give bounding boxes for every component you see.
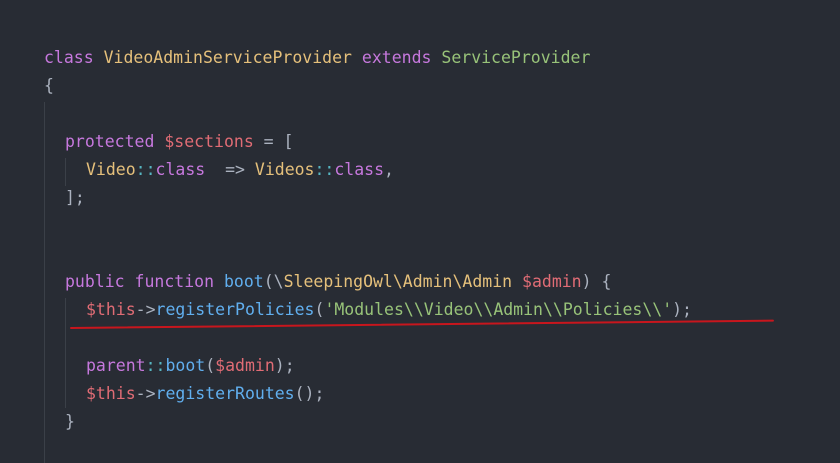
double-arrow: => (205, 160, 255, 179)
object-arrow: -> (135, 384, 156, 403)
video-class-ref: Video (86, 160, 136, 179)
class-name: VideoAdminServiceProvider (103, 48, 352, 67)
code-line-5: Video::class => Videos::class, (86, 156, 394, 184)
keyword-public: public (65, 272, 125, 291)
array-close: ]; (65, 188, 85, 207)
code-line-6: ]; (65, 184, 85, 212)
code-line-4: protected $sections = [ (65, 128, 294, 156)
method-register-policies: registerPolicies (155, 300, 315, 319)
code-line-13: $this->registerRoutes(); (86, 380, 324, 408)
videos-class-ref: Videos (254, 160, 315, 179)
parent-class-name: ServiceProvider (441, 48, 591, 67)
method-boot-call: boot (165, 356, 206, 375)
keyword-class-const: class (155, 160, 206, 179)
paren-open: ( (314, 300, 325, 319)
indent-guide-method-body (65, 298, 66, 408)
keyword-parent: parent (86, 356, 146, 375)
keyword-extends: extends (361, 48, 432, 67)
code-line-14: } (65, 408, 75, 436)
this-variable: $this (86, 300, 136, 319)
paren-close: ); (672, 300, 692, 319)
paren-close: ); (274, 356, 295, 375)
array-open: = [ (253, 132, 294, 151)
call-parens: (); (294, 384, 325, 403)
code-line-2: { (44, 72, 54, 100)
code-editor: class VideoAdminServiceProvider extends … (0, 0, 840, 463)
scope-operator: :: (314, 160, 335, 179)
code-line-10: $this->registerPolicies('Modules\\Video\… (86, 296, 692, 324)
type-hint: SleepingOwl\Admin\Admin (283, 272, 513, 291)
keyword-class: class (44, 48, 94, 67)
code-line-9: public function boot(\SleepingOwl\Admin\… (65, 268, 611, 296)
open-brace: { (44, 76, 54, 95)
scope-operator: :: (135, 160, 156, 179)
paren-close-brace: ) { (581, 272, 612, 291)
method-close-brace: } (65, 412, 75, 431)
scope-operator: :: (145, 356, 166, 375)
indent-guide-array (65, 158, 66, 186)
keyword-protected: protected (65, 132, 155, 151)
code-line-1: class VideoAdminServiceProvider extends … (44, 44, 590, 72)
comma: , (384, 160, 394, 179)
admin-param: $admin (522, 272, 582, 291)
code-line-12: parent::boot($admin); (86, 352, 295, 380)
keyword-class-const: class (334, 160, 385, 179)
admin-argument: $admin (215, 356, 275, 375)
object-arrow: -> (135, 300, 156, 319)
sections-variable: $sections (164, 132, 254, 151)
paren-open: ( (205, 356, 216, 375)
this-variable: $this (86, 384, 136, 403)
keyword-function: function (134, 272, 215, 291)
function-name-boot: boot (223, 272, 264, 291)
method-register-routes: registerRoutes (155, 384, 295, 403)
paren-open: (\ (263, 272, 284, 291)
namespace-string: 'Modules\\Video\\Admin\\Policies\\' (324, 300, 673, 319)
indent-guide-class-body (44, 102, 45, 463)
